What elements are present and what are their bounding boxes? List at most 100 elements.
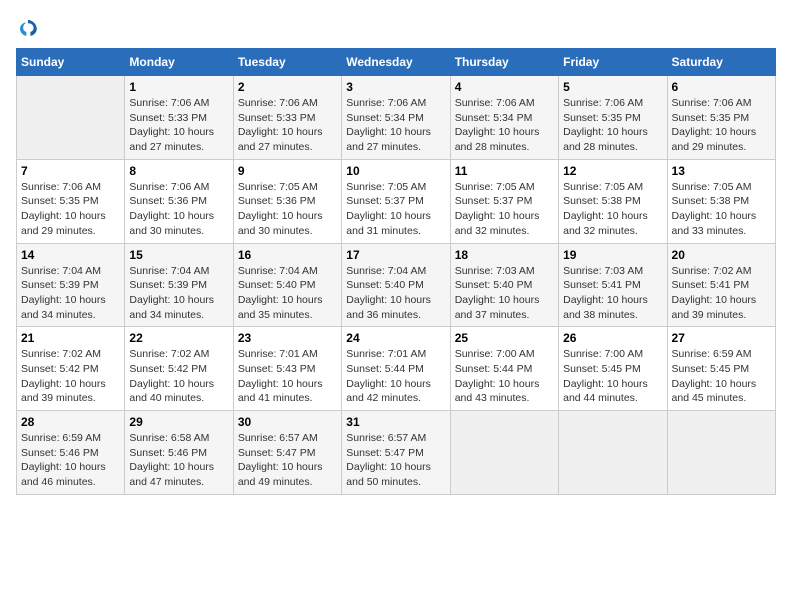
header-day: Sunday (17, 49, 125, 76)
day-number: 2 (238, 80, 337, 94)
header-row: SundayMondayTuesdayWednesdayThursdayFrid… (17, 49, 776, 76)
page-header (16, 16, 776, 40)
day-detail: Sunrise: 7:05 AM Sunset: 5:37 PM Dayligh… (455, 180, 554, 239)
day-number: 25 (455, 331, 554, 345)
header-day: Wednesday (342, 49, 450, 76)
calendar-cell: 21 Sunrise: 7:02 AM Sunset: 5:42 PM Dayli… (17, 327, 125, 411)
day-detail: Sunrise: 6:57 AM Sunset: 5:47 PM Dayligh… (238, 431, 337, 490)
day-detail: Sunrise: 7:05 AM Sunset: 5:36 PM Dayligh… (238, 180, 337, 239)
day-detail: Sunrise: 7:06 AM Sunset: 5:35 PM Dayligh… (21, 180, 120, 239)
day-number: 15 (129, 248, 228, 262)
day-number: 5 (563, 80, 662, 94)
calendar-cell: 13 Sunrise: 7:05 AM Sunset: 5:38 PM Dayli… (667, 159, 775, 243)
day-detail: Sunrise: 7:06 AM Sunset: 5:33 PM Dayligh… (238, 96, 337, 155)
day-number: 6 (672, 80, 771, 94)
day-number: 10 (346, 164, 445, 178)
calendar-cell (17, 76, 125, 160)
day-detail: Sunrise: 7:05 AM Sunset: 5:38 PM Dayligh… (672, 180, 771, 239)
day-number: 27 (672, 331, 771, 345)
calendar-cell: 16Sunrise: 7:04 AM Sunset: 5:40 PM Dayli… (233, 243, 341, 327)
calendar-cell: 2 Sunrise: 7:06 AM Sunset: 5:33 PM Daylig… (233, 76, 341, 160)
calendar-week-row: 28Sunrise: 6:59 AM Sunset: 5:46 PM Dayli… (17, 411, 776, 495)
header-day: Monday (125, 49, 233, 76)
day-number: 18 (455, 248, 554, 262)
day-number: 17 (346, 248, 445, 262)
day-number: 20 (672, 248, 771, 262)
header-day: Thursday (450, 49, 558, 76)
calendar-cell: 26Sunrise: 7:00 AM Sunset: 5:45 PM Dayli… (559, 327, 667, 411)
day-number: 30 (238, 415, 337, 429)
calendar-cell: 11 Sunrise: 7:05 AM Sunset: 5:37 PM Dayli… (450, 159, 558, 243)
calendar-cell: 1Sunrise: 7:06 AM Sunset: 5:33 PM Daylig… (125, 76, 233, 160)
header-day: Saturday (667, 49, 775, 76)
day-number: 3 (346, 80, 445, 94)
calendar-cell: 17 Sunrise: 7:04 AM Sunset: 5:40 PM Dayli… (342, 243, 450, 327)
day-detail: Sunrise: 7:00 AM Sunset: 5:44 PM Dayligh… (455, 347, 554, 406)
day-detail: Sunrise: 7:03 AM Sunset: 5:40 PM Dayligh… (455, 264, 554, 323)
day-detail: Sunrise: 7:01 AM Sunset: 5:44 PM Dayligh… (346, 347, 445, 406)
day-number: 4 (455, 80, 554, 94)
day-number: 29 (129, 415, 228, 429)
calendar-cell: 31 Sunrise: 6:57 AM Sunset: 5:47 PM Dayli… (342, 411, 450, 495)
header-day: Friday (559, 49, 667, 76)
calendar-cell (559, 411, 667, 495)
day-number: 23 (238, 331, 337, 345)
calendar-cell: 10Sunrise: 7:05 AM Sunset: 5:37 PM Dayli… (342, 159, 450, 243)
day-detail: Sunrise: 7:02 AM Sunset: 5:41 PM Dayligh… (672, 264, 771, 323)
calendar-cell: 12Sunrise: 7:05 AM Sunset: 5:38 PM Dayli… (559, 159, 667, 243)
day-number: 24 (346, 331, 445, 345)
calendar-cell: 15 Sunrise: 7:04 AM Sunset: 5:39 PM Dayli… (125, 243, 233, 327)
calendar-cell: 19Sunrise: 7:03 AM Sunset: 5:41 PM Dayli… (559, 243, 667, 327)
day-detail: Sunrise: 7:06 AM Sunset: 5:35 PM Dayligh… (563, 96, 662, 155)
calendar-header: SundayMondayTuesdayWednesdayThursdayFrid… (17, 49, 776, 76)
calendar-cell: 29Sunrise: 6:58 AM Sunset: 5:46 PM Dayli… (125, 411, 233, 495)
calendar-cell: 6 Sunrise: 7:06 AM Sunset: 5:35 PM Daylig… (667, 76, 775, 160)
day-detail: Sunrise: 7:04 AM Sunset: 5:39 PM Dayligh… (21, 264, 120, 323)
logo (16, 16, 44, 40)
calendar-cell: 4 Sunrise: 7:06 AM Sunset: 5:34 PM Daylig… (450, 76, 558, 160)
day-detail: Sunrise: 7:06 AM Sunset: 5:36 PM Dayligh… (129, 180, 228, 239)
day-number: 7 (21, 164, 120, 178)
calendar-table: SundayMondayTuesdayWednesdayThursdayFrid… (16, 48, 776, 495)
day-number: 21 (21, 331, 120, 345)
header-day: Tuesday (233, 49, 341, 76)
day-detail: Sunrise: 6:57 AM Sunset: 5:47 PM Dayligh… (346, 431, 445, 490)
day-detail: Sunrise: 7:04 AM Sunset: 5:39 PM Dayligh… (129, 264, 228, 323)
day-number: 11 (455, 164, 554, 178)
calendar-cell: 27 Sunrise: 6:59 AM Sunset: 5:45 PM Dayli… (667, 327, 775, 411)
logo-icon (16, 16, 40, 40)
day-detail: Sunrise: 7:04 AM Sunset: 5:40 PM Dayligh… (346, 264, 445, 323)
calendar-cell: 3 Sunrise: 7:06 AM Sunset: 5:34 PM Daylig… (342, 76, 450, 160)
day-detail: Sunrise: 7:02 AM Sunset: 5:42 PM Dayligh… (21, 347, 120, 406)
calendar-cell: 28Sunrise: 6:59 AM Sunset: 5:46 PM Dayli… (17, 411, 125, 495)
day-number: 28 (21, 415, 120, 429)
calendar-week-row: 14Sunrise: 7:04 AM Sunset: 5:39 PM Dayli… (17, 243, 776, 327)
day-number: 16 (238, 248, 337, 262)
day-number: 26 (563, 331, 662, 345)
calendar-cell: 22Sunrise: 7:02 AM Sunset: 5:42 PM Dayli… (125, 327, 233, 411)
calendar-week-row: 7 Sunrise: 7:06 AM Sunset: 5:35 PM Daylig… (17, 159, 776, 243)
day-detail: Sunrise: 7:06 AM Sunset: 5:33 PM Dayligh… (129, 96, 228, 155)
calendar-cell: 25 Sunrise: 7:00 AM Sunset: 5:44 PM Dayli… (450, 327, 558, 411)
day-number: 9 (238, 164, 337, 178)
calendar-cell: 20 Sunrise: 7:02 AM Sunset: 5:41 PM Dayli… (667, 243, 775, 327)
calendar-cell (450, 411, 558, 495)
calendar-body: 1Sunrise: 7:06 AM Sunset: 5:33 PM Daylig… (17, 76, 776, 495)
day-number: 31 (346, 415, 445, 429)
day-number: 12 (563, 164, 662, 178)
day-detail: Sunrise: 6:59 AM Sunset: 5:45 PM Dayligh… (672, 347, 771, 406)
day-number: 22 (129, 331, 228, 345)
calendar-cell: 8Sunrise: 7:06 AM Sunset: 5:36 PM Daylig… (125, 159, 233, 243)
calendar-cell: 30 Sunrise: 6:57 AM Sunset: 5:47 PM Dayli… (233, 411, 341, 495)
calendar-cell: 23 Sunrise: 7:01 AM Sunset: 5:43 PM Dayli… (233, 327, 341, 411)
calendar-cell: 9 Sunrise: 7:05 AM Sunset: 5:36 PM Daylig… (233, 159, 341, 243)
day-detail: Sunrise: 7:01 AM Sunset: 5:43 PM Dayligh… (238, 347, 337, 406)
day-number: 13 (672, 164, 771, 178)
calendar-cell: 18 Sunrise: 7:03 AM Sunset: 5:40 PM Dayli… (450, 243, 558, 327)
day-detail: Sunrise: 7:06 AM Sunset: 5:34 PM Dayligh… (346, 96, 445, 155)
calendar-cell: 24 Sunrise: 7:01 AM Sunset: 5:44 PM Dayli… (342, 327, 450, 411)
day-number: 19 (563, 248, 662, 262)
day-detail: Sunrise: 7:06 AM Sunset: 5:34 PM Dayligh… (455, 96, 554, 155)
calendar-cell (667, 411, 775, 495)
day-detail: Sunrise: 7:06 AM Sunset: 5:35 PM Dayligh… (672, 96, 771, 155)
